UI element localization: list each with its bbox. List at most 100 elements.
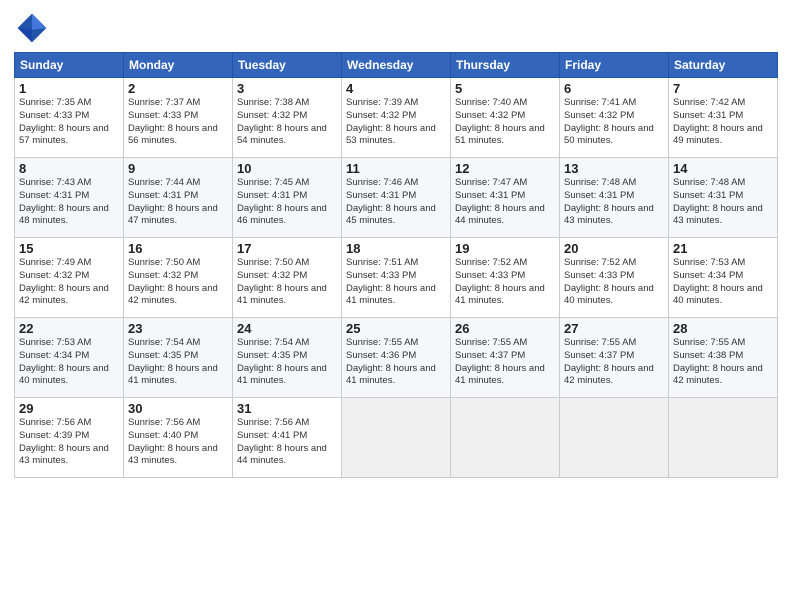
calendar-cell: 23 Sunrise: 7:54 AM Sunset: 4:35 PM Dayl…	[124, 318, 233, 398]
calendar-week-row: 29 Sunrise: 7:56 AM Sunset: 4:39 PM Dayl…	[15, 398, 778, 478]
calendar-cell: 11 Sunrise: 7:46 AM Sunset: 4:31 PM Dayl…	[342, 158, 451, 238]
day-number: 2	[128, 81, 228, 96]
day-number: 16	[128, 241, 228, 256]
day-detail: Sunrise: 7:55 AM Sunset: 4:37 PM Dayligh…	[564, 337, 664, 388]
calendar-cell	[669, 398, 778, 478]
day-number: 6	[564, 81, 664, 96]
header	[14, 10, 778, 46]
calendar-cell: 9 Sunrise: 7:44 AM Sunset: 4:31 PM Dayli…	[124, 158, 233, 238]
calendar-cell: 15 Sunrise: 7:49 AM Sunset: 4:32 PM Dayl…	[15, 238, 124, 318]
day-detail: Sunrise: 7:55 AM Sunset: 4:36 PM Dayligh…	[346, 337, 446, 388]
weekday-header-saturday: Saturday	[669, 53, 778, 78]
weekday-header-sunday: Sunday	[15, 53, 124, 78]
day-number: 20	[564, 241, 664, 256]
day-number: 28	[673, 321, 773, 336]
day-number: 1	[19, 81, 119, 96]
weekday-header-wednesday: Wednesday	[342, 53, 451, 78]
day-number: 31	[237, 401, 337, 416]
calendar-week-row: 1 Sunrise: 7:35 AM Sunset: 4:33 PM Dayli…	[15, 78, 778, 158]
calendar-cell: 28 Sunrise: 7:55 AM Sunset: 4:38 PM Dayl…	[669, 318, 778, 398]
day-detail: Sunrise: 7:48 AM Sunset: 4:31 PM Dayligh…	[673, 177, 773, 228]
day-detail: Sunrise: 7:43 AM Sunset: 4:31 PM Dayligh…	[19, 177, 119, 228]
day-detail: Sunrise: 7:48 AM Sunset: 4:31 PM Dayligh…	[564, 177, 664, 228]
day-number: 4	[346, 81, 446, 96]
calendar-cell: 8 Sunrise: 7:43 AM Sunset: 4:31 PM Dayli…	[15, 158, 124, 238]
day-detail: Sunrise: 7:49 AM Sunset: 4:32 PM Dayligh…	[19, 257, 119, 308]
day-number: 23	[128, 321, 228, 336]
calendar-cell: 4 Sunrise: 7:39 AM Sunset: 4:32 PM Dayli…	[342, 78, 451, 158]
day-number: 8	[19, 161, 119, 176]
calendar-cell: 24 Sunrise: 7:54 AM Sunset: 4:35 PM Dayl…	[233, 318, 342, 398]
day-number: 13	[564, 161, 664, 176]
day-number: 3	[237, 81, 337, 96]
day-detail: Sunrise: 7:53 AM Sunset: 4:34 PM Dayligh…	[673, 257, 773, 308]
day-detail: Sunrise: 7:50 AM Sunset: 4:32 PM Dayligh…	[128, 257, 228, 308]
calendar-cell: 7 Sunrise: 7:42 AM Sunset: 4:31 PM Dayli…	[669, 78, 778, 158]
calendar-cell: 1 Sunrise: 7:35 AM Sunset: 4:33 PM Dayli…	[15, 78, 124, 158]
day-detail: Sunrise: 7:42 AM Sunset: 4:31 PM Dayligh…	[673, 97, 773, 148]
calendar-cell: 30 Sunrise: 7:56 AM Sunset: 4:40 PM Dayl…	[124, 398, 233, 478]
calendar-cell: 14 Sunrise: 7:48 AM Sunset: 4:31 PM Dayl…	[669, 158, 778, 238]
day-detail: Sunrise: 7:55 AM Sunset: 4:38 PM Dayligh…	[673, 337, 773, 388]
day-number: 17	[237, 241, 337, 256]
day-detail: Sunrise: 7:52 AM Sunset: 4:33 PM Dayligh…	[564, 257, 664, 308]
calendar-cell: 27 Sunrise: 7:55 AM Sunset: 4:37 PM Dayl…	[560, 318, 669, 398]
day-detail: Sunrise: 7:35 AM Sunset: 4:33 PM Dayligh…	[19, 97, 119, 148]
calendar-cell: 31 Sunrise: 7:56 AM Sunset: 4:41 PM Dayl…	[233, 398, 342, 478]
calendar-cell: 10 Sunrise: 7:45 AM Sunset: 4:31 PM Dayl…	[233, 158, 342, 238]
day-number: 24	[237, 321, 337, 336]
weekday-header-monday: Monday	[124, 53, 233, 78]
day-detail: Sunrise: 7:38 AM Sunset: 4:32 PM Dayligh…	[237, 97, 337, 148]
calendar-cell: 21 Sunrise: 7:53 AM Sunset: 4:34 PM Dayl…	[669, 238, 778, 318]
weekday-header-friday: Friday	[560, 53, 669, 78]
day-number: 11	[346, 161, 446, 176]
day-number: 25	[346, 321, 446, 336]
day-number: 14	[673, 161, 773, 176]
day-detail: Sunrise: 7:45 AM Sunset: 4:31 PM Dayligh…	[237, 177, 337, 228]
calendar-cell	[342, 398, 451, 478]
calendar-cell: 16 Sunrise: 7:50 AM Sunset: 4:32 PM Dayl…	[124, 238, 233, 318]
day-number: 5	[455, 81, 555, 96]
day-detail: Sunrise: 7:54 AM Sunset: 4:35 PM Dayligh…	[128, 337, 228, 388]
day-detail: Sunrise: 7:52 AM Sunset: 4:33 PM Dayligh…	[455, 257, 555, 308]
calendar-table: SundayMondayTuesdayWednesdayThursdayFrid…	[14, 52, 778, 478]
calendar-cell: 12 Sunrise: 7:47 AM Sunset: 4:31 PM Dayl…	[451, 158, 560, 238]
weekday-header-tuesday: Tuesday	[233, 53, 342, 78]
day-detail: Sunrise: 7:37 AM Sunset: 4:33 PM Dayligh…	[128, 97, 228, 148]
day-detail: Sunrise: 7:55 AM Sunset: 4:37 PM Dayligh…	[455, 337, 555, 388]
calendar-cell: 29 Sunrise: 7:56 AM Sunset: 4:39 PM Dayl…	[15, 398, 124, 478]
day-detail: Sunrise: 7:56 AM Sunset: 4:41 PM Dayligh…	[237, 417, 337, 468]
day-number: 21	[673, 241, 773, 256]
calendar-cell: 22 Sunrise: 7:53 AM Sunset: 4:34 PM Dayl…	[15, 318, 124, 398]
day-detail: Sunrise: 7:54 AM Sunset: 4:35 PM Dayligh…	[237, 337, 337, 388]
day-detail: Sunrise: 7:39 AM Sunset: 4:32 PM Dayligh…	[346, 97, 446, 148]
calendar-week-row: 8 Sunrise: 7:43 AM Sunset: 4:31 PM Dayli…	[15, 158, 778, 238]
day-number: 15	[19, 241, 119, 256]
calendar-cell: 19 Sunrise: 7:52 AM Sunset: 4:33 PM Dayl…	[451, 238, 560, 318]
day-number: 29	[19, 401, 119, 416]
calendar-cell: 25 Sunrise: 7:55 AM Sunset: 4:36 PM Dayl…	[342, 318, 451, 398]
day-number: 26	[455, 321, 555, 336]
calendar-cell: 5 Sunrise: 7:40 AM Sunset: 4:32 PM Dayli…	[451, 78, 560, 158]
calendar-cell: 3 Sunrise: 7:38 AM Sunset: 4:32 PM Dayli…	[233, 78, 342, 158]
weekday-header-row: SundayMondayTuesdayWednesdayThursdayFrid…	[15, 53, 778, 78]
day-detail: Sunrise: 7:56 AM Sunset: 4:39 PM Dayligh…	[19, 417, 119, 468]
day-number: 12	[455, 161, 555, 176]
calendar-week-row: 22 Sunrise: 7:53 AM Sunset: 4:34 PM Dayl…	[15, 318, 778, 398]
calendar-cell: 18 Sunrise: 7:51 AM Sunset: 4:33 PM Dayl…	[342, 238, 451, 318]
calendar-cell	[451, 398, 560, 478]
calendar-cell: 13 Sunrise: 7:48 AM Sunset: 4:31 PM Dayl…	[560, 158, 669, 238]
day-number: 18	[346, 241, 446, 256]
day-number: 9	[128, 161, 228, 176]
day-detail: Sunrise: 7:56 AM Sunset: 4:40 PM Dayligh…	[128, 417, 228, 468]
day-number: 19	[455, 241, 555, 256]
day-number: 27	[564, 321, 664, 336]
calendar-cell	[560, 398, 669, 478]
day-detail: Sunrise: 7:40 AM Sunset: 4:32 PM Dayligh…	[455, 97, 555, 148]
calendar-cell: 6 Sunrise: 7:41 AM Sunset: 4:32 PM Dayli…	[560, 78, 669, 158]
logo	[14, 10, 54, 46]
calendar-cell: 17 Sunrise: 7:50 AM Sunset: 4:32 PM Dayl…	[233, 238, 342, 318]
logo-icon	[14, 10, 50, 46]
day-detail: Sunrise: 7:41 AM Sunset: 4:32 PM Dayligh…	[564, 97, 664, 148]
day-detail: Sunrise: 7:47 AM Sunset: 4:31 PM Dayligh…	[455, 177, 555, 228]
